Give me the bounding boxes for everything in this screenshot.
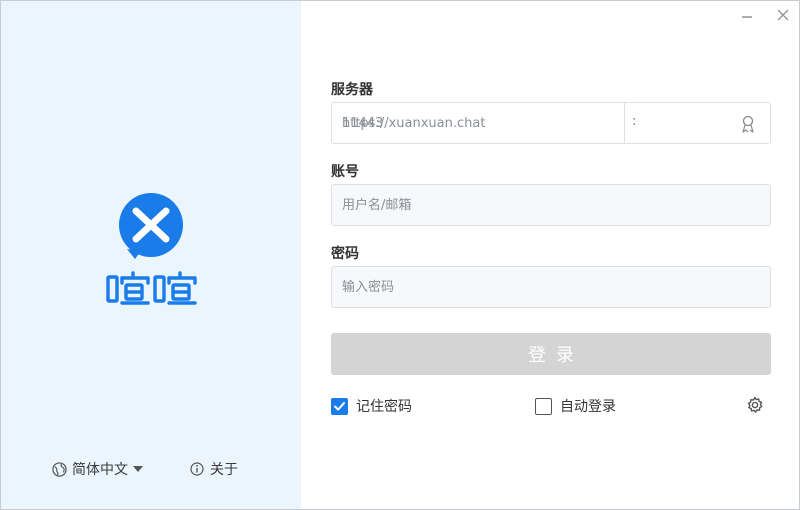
server-port-input[interactable] (332, 103, 770, 143)
close-icon (777, 9, 789, 21)
language-switcher[interactable]: 简体中文 (52, 459, 143, 479)
about-label: 关于 (210, 462, 238, 478)
minimize-icon (742, 16, 752, 18)
remember-password-label: 记住密码 (356, 399, 412, 415)
account-field (331, 184, 771, 226)
checkmark-icon (334, 401, 345, 411)
checkbox-unchecked (535, 397, 552, 415)
login-window: 简体中文 关于 服务器 : (0, 0, 800, 510)
account-label: 账号 (331, 164, 359, 180)
caret-down-icon (133, 466, 143, 472)
password-field (331, 266, 771, 308)
server-field: : (331, 102, 771, 144)
info-icon (190, 462, 204, 476)
xuanxuan-logo (106, 193, 197, 305)
password-label: 密码 (331, 246, 359, 262)
certificate-icon[interactable] (738, 114, 758, 134)
close-button[interactable] (772, 5, 794, 25)
auto-login-label: 自动登录 (560, 399, 616, 415)
password-input[interactable] (332, 267, 770, 307)
checkbox-checked (331, 397, 348, 415)
brand-panel: 简体中文 关于 (1, 1, 301, 509)
language-label: 简体中文 (72, 462, 128, 478)
account-input[interactable] (332, 185, 770, 225)
remember-password-checkbox[interactable]: 记住密码 (331, 396, 412, 416)
about-link[interactable]: 关于 (190, 459, 238, 479)
login-button[interactable]: 登录 (331, 333, 771, 375)
minimize-button[interactable] (736, 5, 758, 25)
settings-gear-icon[interactable] (746, 396, 764, 414)
server-label: 服务器 (331, 82, 373, 98)
globe-icon (52, 461, 67, 477)
auto-login-checkbox[interactable]: 自动登录 (535, 396, 616, 416)
